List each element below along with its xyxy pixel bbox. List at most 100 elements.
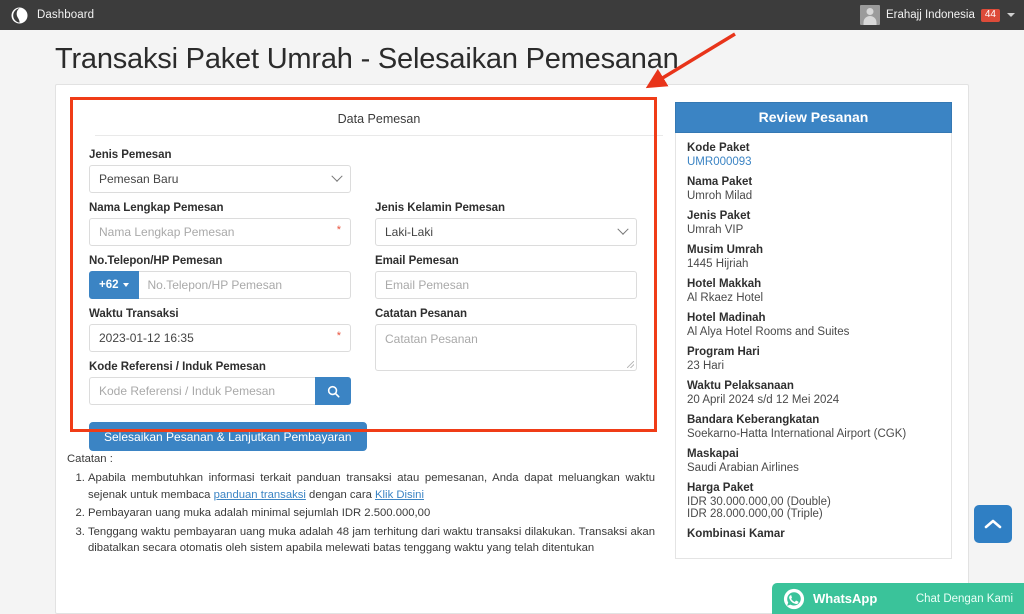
- notes-title: Catatan :: [67, 453, 113, 465]
- review-item-label: Program Hari: [687, 346, 760, 358]
- booking-form: Data Pemesan Jenis Pemesan Pemesan Baru …: [89, 104, 669, 451]
- country-code-label: +62: [99, 279, 119, 291]
- review-item-value-secondary: IDR 28.000.000,00 (Triple): [687, 508, 823, 520]
- chevron-down-icon[interactable]: [1007, 13, 1015, 17]
- review-item-value: Umrah VIP: [687, 224, 744, 236]
- review-item-label: Nama Paket: [687, 176, 753, 188]
- review-item: Hotel Madinah Al Alya Hotel Rooms and Sui…: [687, 312, 940, 338]
- navbar-brand-label[interactable]: Dashboard: [37, 9, 94, 21]
- note-link-panduan-transaksi[interactable]: panduan transaksi: [214, 489, 306, 501]
- page-root: Dashboard Erahajj Indonesia 44 Transaksi…: [0, 0, 1024, 614]
- jenis-kelamin-select[interactable]: Laki-Laki: [375, 218, 637, 246]
- waktu-transaksi-input[interactable]: 2023-01-12 16:35 *: [89, 324, 351, 352]
- kode-referensi-search-button[interactable]: [315, 377, 351, 405]
- jenis-kelamin-value: Laki-Laki: [385, 225, 434, 239]
- search-icon: [327, 385, 340, 398]
- review-item: Kombinasi Kamar: [687, 528, 940, 540]
- review-item-value: 23 Hari: [687, 360, 725, 372]
- review-item: Kode Paket UMR000093: [687, 142, 940, 168]
- waktu-transaksi-value: 2023-01-12 16:35: [99, 331, 194, 345]
- review-item-label: Musim Umrah: [687, 244, 764, 256]
- chevron-down-icon: [617, 223, 629, 235]
- page-title: Transaksi Paket Umrah - Selesaikan Pemes…: [55, 43, 679, 75]
- review-item: Waktu Pelaksanaan 20 April 2024 s/d 12 Me…: [687, 380, 940, 406]
- review-item-label: Waktu Pelaksanaan: [687, 380, 794, 392]
- note-link-klik-disini[interactable]: Klik Disini: [375, 489, 424, 501]
- nama-lengkap-label: Nama Lengkap Pemesan: [89, 202, 224, 214]
- review-item-value: 1445 Hijriah: [687, 258, 749, 270]
- kode-referensi-input[interactable]: Kode Referensi / Induk Pemesan: [89, 377, 315, 405]
- jenis-pemesan-label: Jenis Pemesan: [89, 149, 172, 161]
- avatar: [860, 5, 880, 25]
- kode-referensi-label: Kode Referensi / Induk Pemesan: [89, 361, 266, 373]
- review-item-value: IDR 30.000.000,00 (Double): [687, 496, 831, 508]
- review-item-value: Saudi Arabian Airlines: [687, 462, 799, 474]
- nama-lengkap-placeholder: Nama Lengkap Pemesan: [99, 225, 235, 239]
- telepon-input-group: +62 No.Telepon/HP Pemesan: [89, 271, 351, 299]
- review-panel-body: Kode Paket UMR000093 Nama Paket Umroh Milad…: [675, 133, 952, 559]
- review-item-value: Umroh Milad: [687, 190, 753, 202]
- review-item-link[interactable]: UMR000093: [687, 156, 940, 168]
- form-col-right-1: Jenis Kelamin Pemesan Laki-Laki Email Pe…: [375, 202, 637, 451]
- form-col-left-1: Nama Lengkap Pemesan Nama Lengkap Pemesa…: [89, 202, 367, 451]
- review-item-value: Al Rkaez Hotel: [687, 292, 764, 304]
- notification-badge[interactable]: 44: [980, 8, 1000, 22]
- review-item: Musim Umrah 1445 Hijriah: [687, 244, 940, 270]
- note-item: Tenggang waktu pembayaran uang muka adal…: [88, 524, 655, 557]
- catatan-pesanan-textarea[interactable]: Catatan Pesanan: [375, 324, 637, 371]
- notes-list: Apabila membutuhkan informasi terkait pa…: [67, 470, 655, 556]
- telepon-label: No.Telepon/HP Pemesan: [89, 255, 223, 267]
- submit-order-button[interactable]: Selesaikan Pesanan & Lanjutkan Pembayara…: [89, 422, 367, 451]
- review-item-label: Bandara Keberangkatan: [687, 414, 820, 426]
- catatan-pesanan-placeholder: Catatan Pesanan: [385, 332, 478, 346]
- kode-referensi-input-group: Kode Referensi / Induk Pemesan: [89, 377, 351, 405]
- field-nama-lengkap: Nama Lengkap Pemesan Nama Lengkap Pemesa…: [89, 202, 351, 246]
- navbar-user-name: Erahajj Indonesia: [886, 9, 975, 21]
- field-kode-referensi: Kode Referensi / Induk Pemesan Kode Refe…: [89, 361, 351, 405]
- jenis-pemesan-value: Pemesan Baru: [99, 172, 179, 186]
- required-asterisk: *: [336, 224, 341, 236]
- nama-lengkap-input[interactable]: Nama Lengkap Pemesan *: [89, 218, 351, 246]
- whatsapp-chat-widget[interactable]: WhatsApp Chat Dengan Kami: [772, 583, 1024, 614]
- review-item: Bandara Keberangkatan Soekarno-Hatta Inte…: [687, 414, 940, 440]
- globe-icon: [11, 7, 28, 24]
- waktu-transaksi-label: Waktu Transaksi: [89, 308, 179, 320]
- review-item-value: Soekarno-Hatta International Airport (CG…: [687, 428, 907, 440]
- note-item: Apabila membutuhkan informasi terkait pa…: [88, 470, 655, 503]
- chevron-down-icon: [331, 170, 343, 182]
- telepon-input[interactable]: No.Telepon/HP Pemesan: [138, 271, 351, 299]
- review-item-label: Harga Paket: [687, 482, 754, 494]
- whatsapp-icon: [783, 588, 805, 609]
- chevron-up-icon: [984, 519, 1002, 529]
- kode-referensi-placeholder: Kode Referensi / Induk Pemesan: [99, 384, 276, 398]
- review-item-label: Kombinasi Kamar: [687, 528, 785, 540]
- scroll-to-top-button[interactable]: [974, 505, 1012, 543]
- field-telepon: No.Telepon/HP Pemesan +62 No.Telepon/HP …: [89, 255, 351, 299]
- review-item-value: 20 April 2024 s/d 12 Mei 2024: [687, 394, 840, 406]
- jenis-kelamin-label: Jenis Kelamin Pemesan: [375, 202, 505, 214]
- field-waktu-transaksi: Waktu Transaksi 2023-01-12 16:35 *: [89, 308, 351, 352]
- review-panel: Review Pesanan Kode Paket UMR000093 Nama P…: [675, 102, 952, 613]
- telepon-placeholder: No.Telepon/HP Pemesan: [147, 278, 283, 292]
- jenis-pemesan-select[interactable]: Pemesan Baru: [89, 165, 351, 193]
- review-item: Maskapai Saudi Arabian Airlines: [687, 448, 940, 474]
- email-input[interactable]: Email Pemesan: [375, 271, 637, 299]
- review-item-label: Maskapai: [687, 448, 739, 460]
- navbar-left: Dashboard: [0, 7, 94, 24]
- top-navbar: Dashboard Erahajj Indonesia 44: [0, 0, 1024, 30]
- notes-section: Catatan : Apabila membutuhkan informasi …: [67, 451, 655, 558]
- review-panel-header: Review Pesanan: [675, 102, 952, 133]
- form-row-nama-kelamin: Nama Lengkap Pemesan Nama Lengkap Pemesa…: [89, 202, 669, 451]
- navbar-user-menu[interactable]: Erahajj Indonesia 44: [860, 5, 1024, 25]
- review-item-label: Kode Paket: [687, 142, 750, 154]
- main-card: Data Pemesan Jenis Pemesan Pemesan Baru …: [55, 84, 969, 614]
- required-asterisk: *: [336, 330, 341, 342]
- field-jenis-pemesan: Jenis Pemesan Pemesan Baru: [89, 149, 351, 193]
- country-code-button[interactable]: +62: [89, 271, 139, 299]
- note-item: Pembayaran uang muka adalah minimal seju…: [88, 505, 655, 521]
- review-item: Jenis Paket Umrah VIP: [687, 210, 940, 236]
- field-jenis-kelamin: Jenis Kelamin Pemesan Laki-Laki: [375, 202, 637, 246]
- review-item-label: Hotel Makkah: [687, 278, 762, 290]
- review-item-label: Jenis Paket: [687, 210, 751, 222]
- review-item-label: Hotel Madinah: [687, 312, 766, 324]
